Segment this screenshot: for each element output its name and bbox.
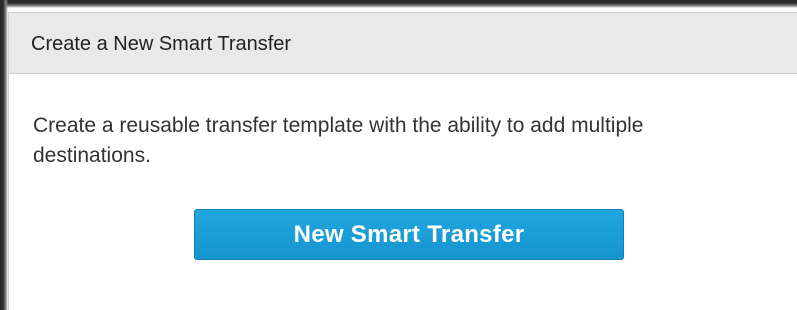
window-top-shadow (0, 0, 797, 8)
panel-header: Create a New Smart Transfer (9, 13, 797, 74)
panel-title: Create a New Smart Transfer (31, 33, 292, 55)
screenshot-frame: Create a New Smart Transfer Create a reu… (0, 0, 797, 310)
smart-transfer-panel: Create a New Smart Transfer Create a reu… (8, 12, 797, 310)
new-smart-transfer-button[interactable]: New Smart Transfer (194, 209, 624, 260)
panel-description: Create a reusable transfer template with… (33, 114, 644, 167)
window-left-shadow (0, 0, 8, 310)
